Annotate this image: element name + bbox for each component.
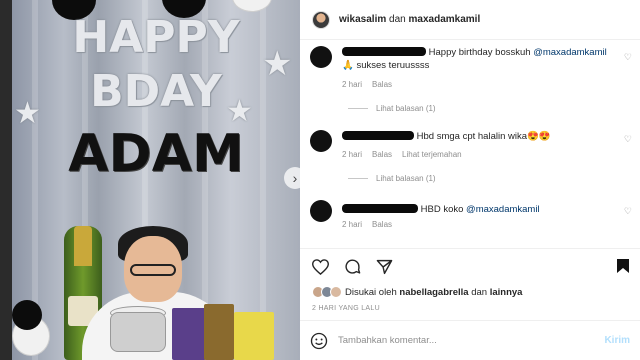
save-button[interactable] [616, 258, 630, 274]
cake [110, 312, 166, 352]
send-icon [376, 259, 392, 274]
add-comment-bar: Kirim [300, 320, 640, 360]
balloon-text: HAPPY [72, 12, 240, 63]
redacted-username [342, 204, 418, 213]
view-replies[interactable]: Lihat balasan (1) [348, 174, 436, 183]
bookmark-icon [617, 259, 629, 273]
gift-box [172, 308, 206, 360]
view-replies[interactable]: Lihat balasan (1) [348, 104, 436, 113]
white-balloon [232, 0, 272, 12]
comment-mention[interactable]: @maxadamkamil [533, 47, 607, 58]
comment-meta: 2 hari Balas Lihat terjemahan [342, 150, 462, 159]
share-button[interactable] [374, 257, 394, 277]
black-balloon [12, 300, 42, 330]
post-details-panel: wikasalim dan maxadamkamil Happy birthda… [300, 0, 640, 360]
balloon-letters-happy: HAPPY [12, 16, 300, 60]
redacted-username [342, 47, 426, 56]
star-balloon: ★ [226, 95, 253, 128]
comment-time: 2 hari [342, 220, 363, 229]
comment-body: Happy birthday bosskuh [428, 47, 534, 58]
post-timestamp: 2 HARI YANG LALU [312, 305, 380, 312]
translate-button[interactable]: Lihat terjemahan [402, 150, 462, 159]
comment-text: Happy birthday bosskuh @maxadamkamil 🙏 s… [342, 46, 618, 72]
comment-icon [344, 259, 360, 274]
liker-avatar [330, 286, 342, 298]
likes-prefix: Disukai oleh [345, 286, 397, 298]
post-header: wikasalim dan maxadamkamil [300, 0, 640, 40]
post-actions [300, 248, 640, 284]
star-balloon: ★ [262, 45, 293, 83]
comment-like-icon[interactable]: ♡ [624, 206, 632, 217]
gift-box [204, 304, 234, 360]
comment-meta: 2 hari Balas [342, 80, 392, 89]
balloon-text: BDAY [90, 66, 222, 117]
comment-time: 2 hari [342, 80, 363, 89]
like-button[interactable] [310, 257, 330, 277]
emoji-button[interactable] [310, 332, 328, 350]
commenter-avatar[interactable] [310, 200, 332, 222]
comment-input[interactable] [338, 335, 588, 346]
post-photo: HAPPY BDAY ADAM ★ ★ ★ › [12, 0, 300, 360]
bottle-neck [74, 226, 92, 266]
authors-connector: dan [389, 14, 406, 25]
post-comment-button[interactable]: Kirim [604, 335, 630, 346]
reply-button[interactable]: Balas [372, 150, 392, 159]
comment-body-line2: 🙏 sukses teruussss [342, 60, 430, 71]
comment-button[interactable] [342, 257, 362, 277]
replies-divider [348, 178, 368, 179]
comment-mention[interactable]: @maxadamkamil [466, 204, 540, 215]
instagram-post-modal: HAPPY BDAY ADAM ★ ★ ★ › wikasalim dan ma… [0, 0, 640, 360]
smiley-icon [310, 332, 328, 349]
balloon-letters-bday: BDAY [12, 70, 300, 114]
next-photo-button[interactable]: › [284, 167, 300, 189]
reply-button[interactable]: Balas [372, 220, 392, 229]
modal-backdrop[interactable] [0, 0, 12, 360]
glasses [130, 264, 176, 276]
replies-divider [348, 108, 368, 109]
balloon-text: ADAM [68, 124, 244, 184]
star-balloon: ★ [14, 97, 41, 130]
comment-text: HBD koko @maxadamkamil [342, 203, 618, 216]
comment-like-icon[interactable]: ♡ [624, 134, 632, 145]
coauthor-username[interactable]: maxadamkamil [409, 14, 481, 25]
likes-summary: Disukai oleh nabellagabrella dan lainnya [312, 286, 522, 298]
likes-others-link[interactable]: lainnya [490, 287, 523, 298]
comments-list[interactable]: Happy birthday bosskuh @maxadamkamil 🙏 s… [300, 40, 640, 248]
author-username[interactable]: wikasalim [339, 14, 386, 25]
author-avatar[interactable] [312, 10, 330, 29]
post-authors: wikasalim dan maxadamkamil [339, 14, 480, 25]
comment-like-icon[interactable]: ♡ [624, 52, 632, 63]
comment-text: Hbd smga cpt halalin wika😍😍 [342, 130, 618, 143]
commenter-avatar[interactable] [310, 46, 332, 68]
comment-time: 2 hari [342, 150, 363, 159]
liker-avatars[interactable] [312, 286, 342, 298]
comment-meta: 2 hari Balas [342, 220, 392, 229]
chevron-right-icon: › [292, 170, 298, 186]
liker-username[interactable]: nabellagabrella [399, 287, 468, 298]
comment-body: HBD koko [420, 204, 467, 215]
view-replies-label[interactable]: Lihat balasan (1) [376, 104, 436, 113]
redacted-username [342, 131, 414, 140]
balloon-letters-adam: ADAM [12, 128, 300, 180]
likes-connector: dan [471, 286, 488, 298]
gift-bag [234, 312, 274, 360]
reply-button[interactable]: Balas [372, 80, 392, 89]
commenter-avatar[interactable] [310, 130, 332, 152]
view-replies-label[interactable]: Lihat balasan (1) [376, 174, 436, 183]
heart-icon [311, 258, 329, 275]
comment-body: Hbd smga cpt halalin wika😍😍 [416, 131, 551, 142]
